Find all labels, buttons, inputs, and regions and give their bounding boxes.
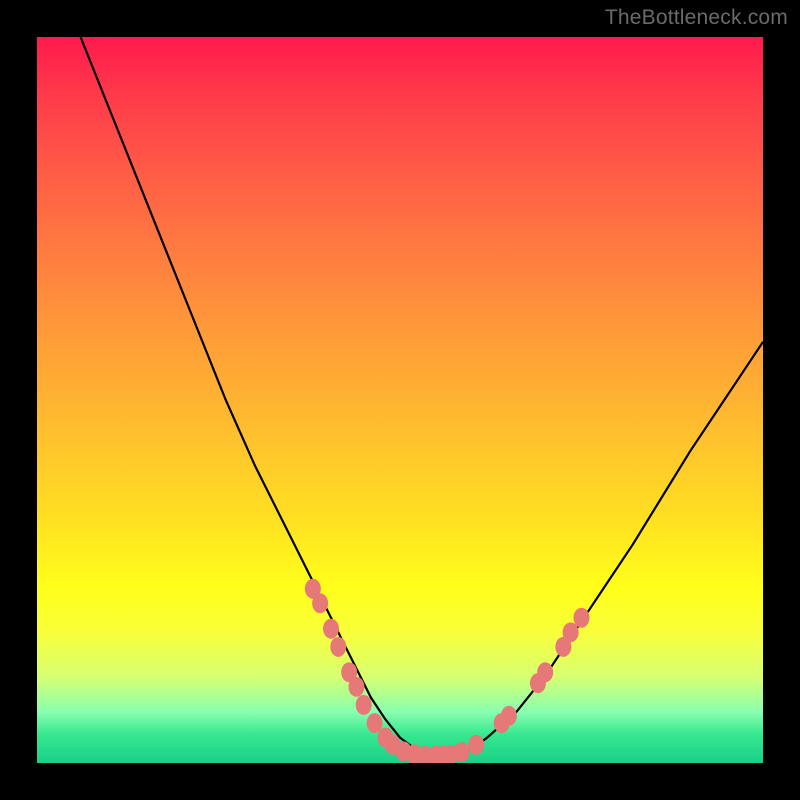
dot (501, 706, 517, 726)
dot (330, 637, 346, 657)
dot (468, 735, 484, 755)
dot (574, 608, 590, 628)
dot (356, 695, 372, 715)
dot (348, 677, 364, 697)
dot (563, 622, 579, 642)
dot (312, 593, 328, 613)
dot (537, 662, 553, 682)
highlight-dots (37, 37, 763, 763)
dot (367, 713, 383, 733)
dot (323, 619, 339, 639)
dot (454, 742, 470, 762)
plot-area (37, 37, 763, 763)
watermark-text: TheBottleneck.com (605, 6, 788, 30)
chart-frame: TheBottleneck.com (0, 0, 800, 800)
